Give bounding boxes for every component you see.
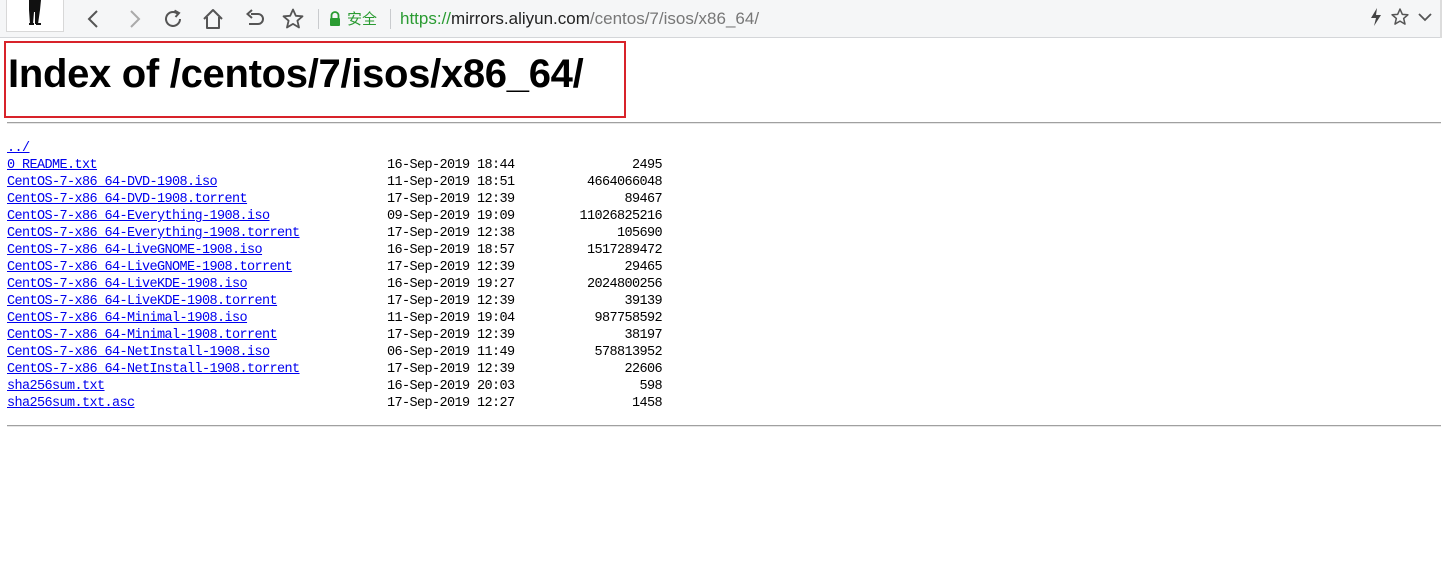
forward-button[interactable] (120, 5, 148, 33)
file-size: 2495 (631, 158, 663, 173)
file-date: 16-Sep-2019 20:03 (387, 379, 515, 394)
file-date: 16-Sep-2019 18:57 (387, 243, 515, 258)
lock-icon (330, 11, 340, 26)
file-link[interactable]: sha256sum.txt (7, 378, 105, 395)
bookmark-button[interactable] (279, 5, 307, 33)
file-link[interactable]: CentOS-7-x86_64-DVD-1908.iso (7, 174, 218, 191)
file-link[interactable]: CentOS-7-x86_64-LiveGNOME-1908.torrent (7, 259, 293, 276)
profile-avatar[interactable] (6, 0, 64, 32)
file-size: 578813952 (594, 345, 662, 360)
file-size: 22606 (624, 362, 662, 377)
file-link[interactable]: CentOS-7-x86_64-Minimal-1908.iso (7, 310, 248, 327)
file-link[interactable]: sha256sum.txt.asc (7, 395, 135, 412)
back-button[interactable] (80, 5, 108, 33)
file-link[interactable]: 0_README.txt (7, 157, 98, 174)
avatar-figure-icon (29, 0, 41, 25)
file-size: 1517289472 (586, 243, 663, 258)
star-outline-icon (1391, 7, 1409, 25)
secure-label[interactable]: 安全 (347, 9, 377, 29)
file-date: 17-Sep-2019 12:39 (387, 294, 515, 309)
file-date: 06-Sep-2019 11:49 (387, 345, 515, 360)
file-size: 2024800256 (586, 277, 663, 292)
file-date: 17-Sep-2019 12:39 (387, 260, 515, 275)
file-date: 17-Sep-2019 12:39 (387, 192, 515, 207)
file-link[interactable]: CentOS-7-x86_64-LiveKDE-1908.torrent (7, 293, 278, 310)
chevron-left-icon (87, 10, 98, 28)
file-size: 11026825216 (579, 209, 662, 224)
undo-icon (245, 9, 264, 25)
home-icon (203, 9, 223, 29)
file-size: 987758592 (594, 311, 662, 326)
file-link[interactable]: CentOS-7-x86_64-Minimal-1908.torrent (7, 327, 278, 344)
file-link[interactable]: CentOS-7-x86_64-NetInstall-1908.torrent (7, 361, 300, 378)
file-link[interactable]: CentOS-7-x86_64-LiveKDE-1908.iso (7, 276, 248, 293)
url-host: mirrors.aliyun.com (451, 9, 590, 28)
favorites-button[interactable] (1390, 7, 1410, 32)
chevron-right-icon (130, 10, 141, 28)
address-divider (390, 9, 391, 29)
file-date: 11-Sep-2019 18:51 (387, 175, 515, 190)
reload-icon (165, 9, 181, 27)
bottom-divider (7, 425, 1441, 427)
url-scheme: https:// (400, 9, 452, 28)
url-path: /centos/7/isos/x86_64/ (589, 9, 760, 28)
toolbar-divider (318, 9, 319, 29)
page-title: Index of /centos/7/isos/x86_64/ (8, 52, 584, 96)
file-link[interactable]: CentOS-7-x86_64-LiveGNOME-1908.iso (7, 242, 263, 259)
undo-close-tab-button[interactable] (240, 5, 268, 33)
lightning-button[interactable] (1368, 7, 1384, 32)
file-date: 16-Sep-2019 18:44 (387, 158, 515, 173)
reload-button[interactable] (159, 5, 187, 33)
file-link[interactable]: CentOS-7-x86_64-NetInstall-1908.iso (7, 344, 270, 361)
parent-directory-link[interactable]: ../ (7, 140, 30, 157)
file-date: 17-Sep-2019 12:39 (387, 362, 515, 377)
file-link[interactable]: CentOS-7-x86_64-Everything-1908.iso (7, 208, 270, 225)
star-icon (282, 8, 304, 29)
file-date: 09-Sep-2019 19:09 (387, 209, 515, 224)
file-size: 89467 (624, 192, 662, 207)
file-size: 4664066048 (586, 175, 663, 190)
toolbar-right-actions (1368, 7, 1434, 32)
chevron-down-icon (1418, 12, 1432, 21)
menu-dropdown-button[interactable] (1416, 7, 1434, 32)
file-size: 39139 (624, 294, 662, 309)
file-size: 38197 (624, 328, 662, 343)
file-date: 17-Sep-2019 12:27 (387, 396, 515, 411)
browser-toolbar: 安全 https://mirrors.aliyun.com/centos/7/i… (0, 0, 1442, 38)
file-date: 17-Sep-2019 12:39 (387, 328, 515, 343)
file-date: 17-Sep-2019 12:38 (387, 226, 515, 241)
file-date: 16-Sep-2019 19:27 (387, 277, 515, 292)
file-size: 29465 (624, 260, 662, 275)
file-link[interactable]: CentOS-7-x86_64-DVD-1908.torrent (7, 191, 248, 208)
file-size: 105690 (616, 226, 663, 241)
top-divider (7, 122, 1441, 124)
file-size: 598 (639, 379, 662, 394)
home-button[interactable] (199, 5, 227, 33)
file-date: 11-Sep-2019 19:04 (387, 311, 515, 326)
file-link[interactable]: CentOS-7-x86_64-Everything-1908.torrent (7, 225, 300, 242)
lightning-icon (1371, 7, 1381, 26)
address-bar[interactable]: https://mirrors.aliyun.com/centos/7/isos… (400, 8, 759, 30)
file-size: 1458 (631, 396, 663, 411)
